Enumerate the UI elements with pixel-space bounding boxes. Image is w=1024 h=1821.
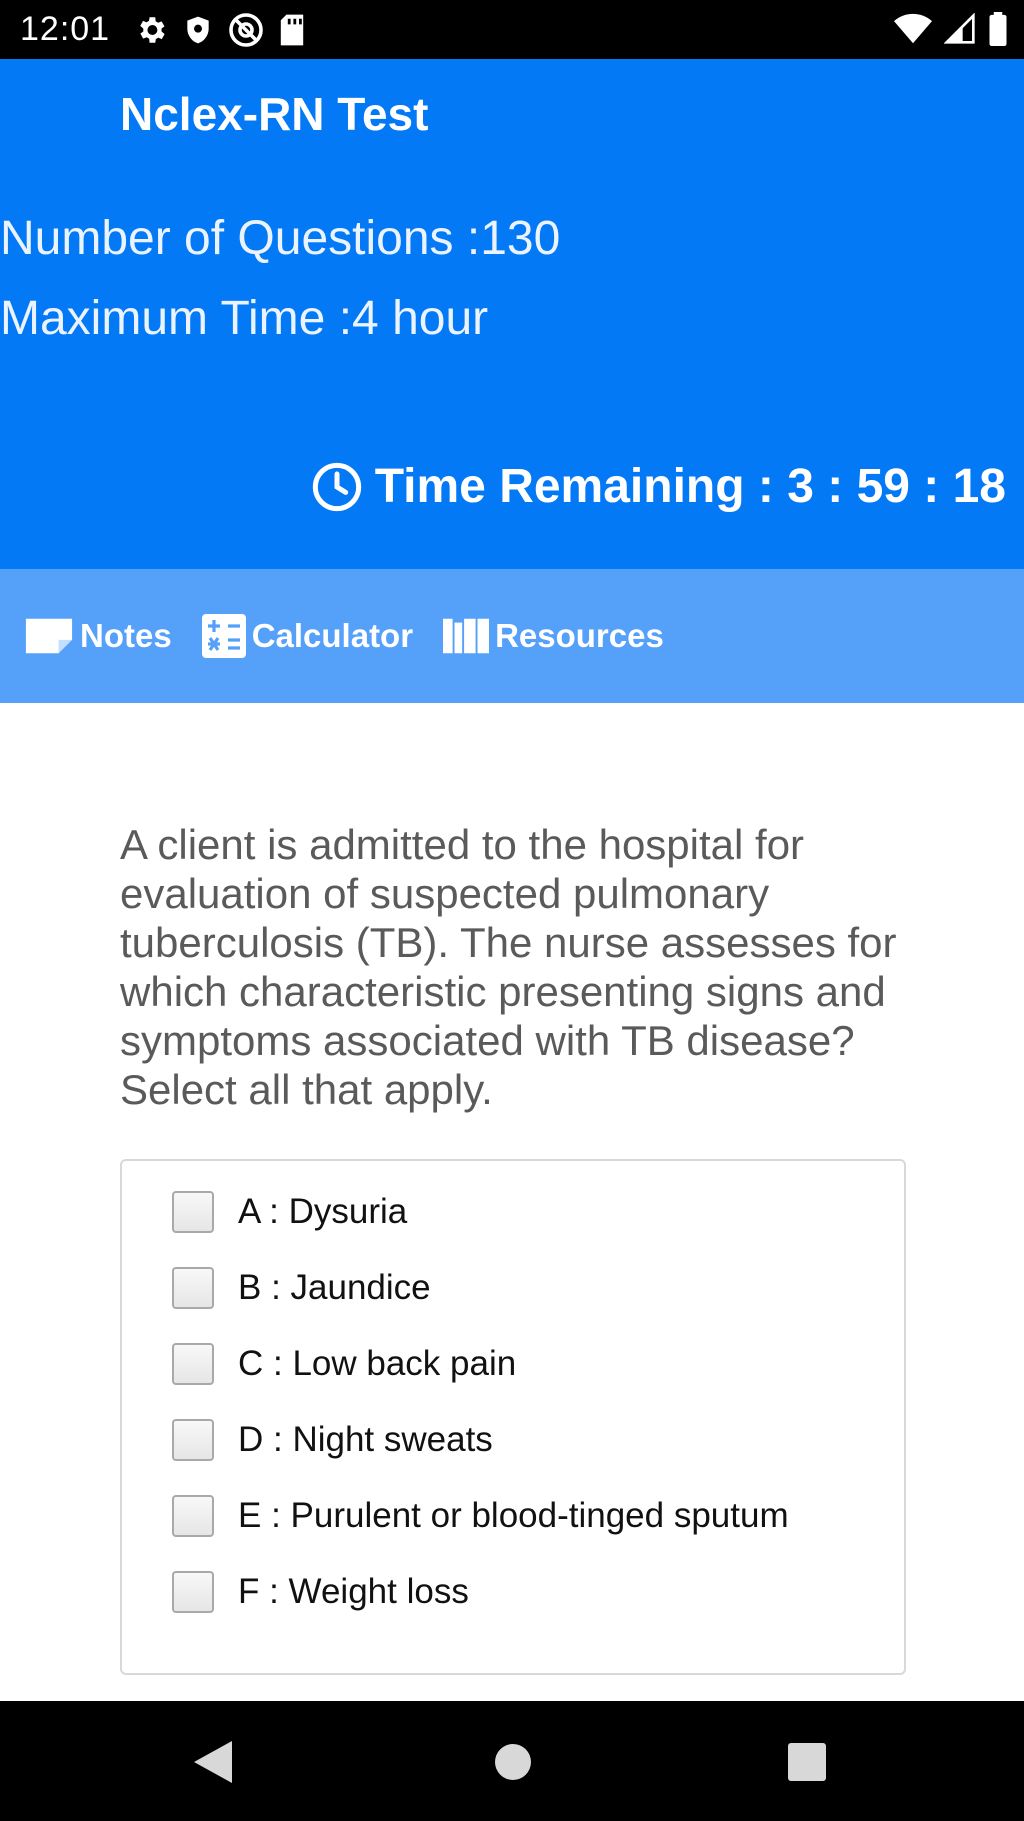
navigation-bar <box>0 1701 1024 1821</box>
note-icon <box>24 616 74 656</box>
option-e[interactable]: E : Purulent or blood-tinged sputum <box>172 1495 789 1537</box>
option-d-label: D : Night sweats <box>238 1420 493 1459</box>
notes-button[interactable]: Notes <box>24 616 172 656</box>
option-b-label: B : Jaundice <box>238 1268 431 1307</box>
time-remaining: Time Remaining : 3 : 59 : 18 <box>311 459 1006 514</box>
status-time: 12:01 <box>20 10 111 48</box>
status-bar: 12:01 <box>0 0 1024 59</box>
calculator-button[interactable]: Calculator <box>201 614 414 658</box>
shield-icon <box>182 13 214 47</box>
clock-icon <box>311 461 363 513</box>
home-icon[interactable] <box>492 1739 534 1790</box>
number-of-questions: Number of Questions :130 <box>0 212 561 265</box>
battery-icon <box>988 12 1008 51</box>
option-a-label: A : Dysuria <box>238 1192 408 1231</box>
option-b-checkbox[interactable] <box>172 1267 214 1309</box>
wifi-icon <box>894 13 932 50</box>
options-card: A : Dysuria B : Jaundice C : Low back pa… <box>120 1159 906 1675</box>
book-icon <box>443 618 490 654</box>
gear-icon <box>134 13 168 47</box>
question-text: A client is admitted to the hospital for… <box>120 821 897 1113</box>
option-c[interactable]: C : Low back pain <box>172 1343 516 1385</box>
calculator-icon <box>201 614 246 658</box>
status-notification-icons <box>134 12 306 48</box>
option-f[interactable]: F : Weight loss <box>172 1571 469 1613</box>
option-c-checkbox[interactable] <box>172 1343 214 1385</box>
header: Nclex-RN Test Number of Questions :130 M… <box>0 59 1024 569</box>
option-e-checkbox[interactable] <box>172 1495 214 1537</box>
notes-label: Notes <box>80 617 172 654</box>
calculator-label: Calculator <box>251 617 414 654</box>
status-system-icons <box>894 12 1008 51</box>
back-icon[interactable] <box>192 1739 234 1790</box>
option-c-label: C : Low back pain <box>238 1344 517 1383</box>
option-a-checkbox[interactable] <box>172 1191 214 1233</box>
option-f-checkbox[interactable] <box>172 1571 214 1613</box>
at-sign-icon <box>228 12 264 48</box>
app-title: Nclex-RN Test <box>120 88 429 140</box>
option-b[interactable]: B : Jaundice <box>172 1267 431 1309</box>
toolbar: Notes Calculator Resources <box>0 569 1024 703</box>
resources-button[interactable]: Resources <box>443 617 664 655</box>
option-d-checkbox[interactable] <box>172 1419 214 1461</box>
option-d[interactable]: D : Night sweats <box>172 1419 493 1461</box>
option-a[interactable]: A : Dysuria <box>172 1191 407 1233</box>
recents-icon[interactable] <box>786 1739 828 1790</box>
sd-card-icon <box>278 13 306 47</box>
time-remaining-label: Time Remaining : 3 : 59 : 18 <box>374 460 1006 513</box>
cell-signal-icon <box>943 12 976 50</box>
resources-label: Resources <box>495 617 664 654</box>
option-f-label: F : Weight loss <box>238 1572 469 1611</box>
option-e-label: E : Purulent or blood-tinged sputum <box>238 1496 789 1535</box>
maximum-time: Maximum Time :4 hour <box>0 292 489 345</box>
